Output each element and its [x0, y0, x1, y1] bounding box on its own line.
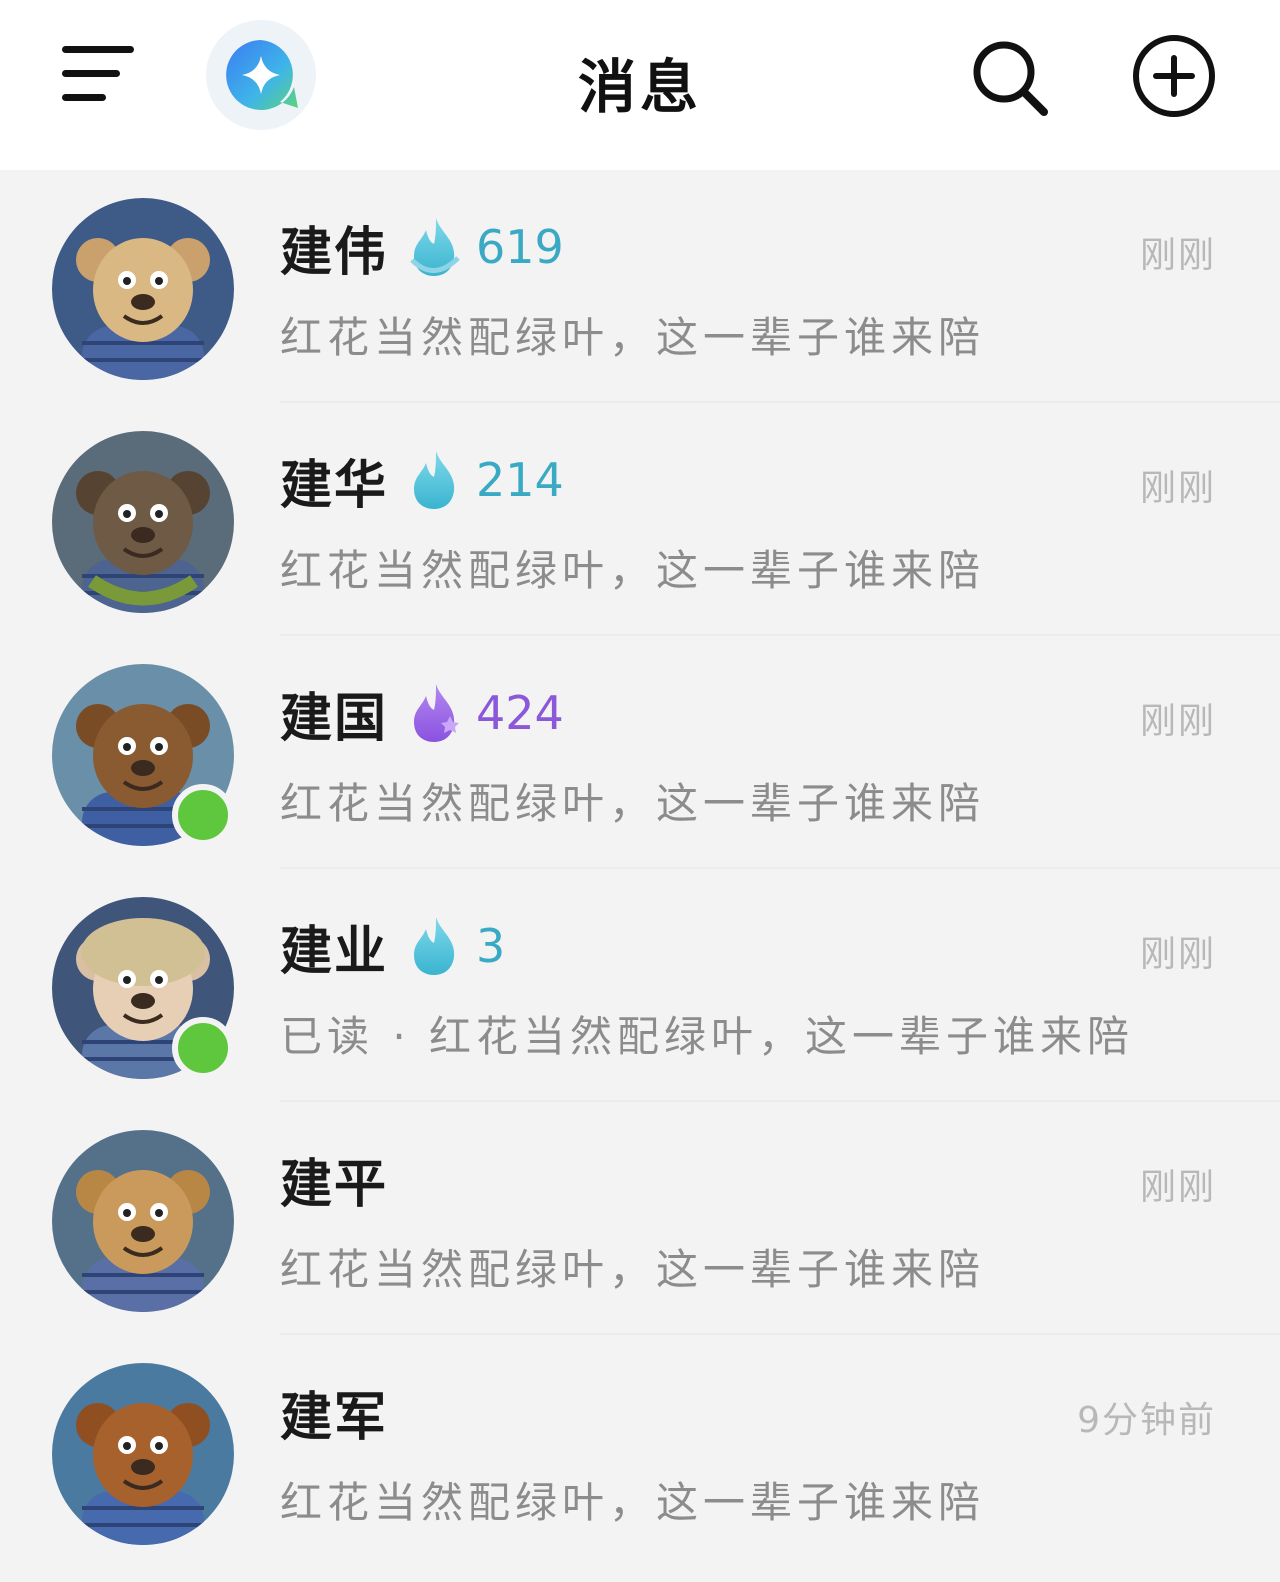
message-preview: 已读 · 红花当然配绿叶，这一辈子谁来陪 [280, 1012, 1135, 1061]
message-time: 刚刚 [1139, 1167, 1216, 1208]
conversation-item[interactable]: 建业 3 刚刚 已读 · 红花当然配绿叶，这一辈子谁来陪 [0, 869, 1280, 1102]
online-status-dot [172, 784, 234, 846]
name-row: 建军 [280, 1377, 389, 1448]
streak-count: 424 [476, 686, 564, 740]
online-status-dot [172, 1017, 234, 1079]
message-preview: 红花当然配绿叶，这一辈子谁来陪 [280, 1478, 986, 1527]
conversation-item[interactable]: 建平 刚刚红花当然配绿叶，这一辈子谁来陪 [0, 1102, 1280, 1335]
top-bar: 消息 [0, 0, 1280, 170]
message-preview: 红花当然配绿叶，这一辈子谁来陪 [280, 1245, 986, 1294]
streak-count: 619 [476, 220, 564, 274]
avatar[interactable] [52, 1130, 234, 1312]
contact-name: 建军 [280, 1387, 389, 1448]
streak-flame-icon [406, 915, 462, 977]
avatar[interactable] [52, 198, 234, 380]
search-icon[interactable] [968, 36, 1052, 124]
conversation-item[interactable]: 建伟 619 刚刚红花当然配绿叶，这一辈子谁来陪 [0, 170, 1280, 403]
name-row: 建国 424 [280, 678, 564, 749]
contact-name: 建华 [280, 455, 389, 516]
streak-count: 3 [476, 919, 506, 973]
avatar[interactable] [52, 431, 234, 613]
name-row: 建伟 619 [280, 212, 564, 283]
conversation-item[interactable]: 建华 214 刚刚红花当然配绿叶，这一辈子谁来陪 [0, 403, 1280, 636]
streak-count: 214 [476, 453, 564, 507]
message-time: 刚刚 [1139, 934, 1216, 975]
page-title: 消息 [577, 53, 702, 121]
message-time: 刚刚 [1139, 235, 1216, 276]
plus-circle-icon[interactable] [1130, 32, 1218, 124]
message-preview: 红花当然配绿叶，这一辈子谁来陪 [280, 779, 986, 828]
message-preview: 红花当然配绿叶，这一辈子谁来陪 [280, 546, 986, 595]
name-row: 建平 [280, 1144, 389, 1215]
message-time: 刚刚 [1139, 701, 1216, 742]
streak-flame-icon [406, 216, 462, 278]
avatar[interactable] [52, 1363, 234, 1545]
conversation-item[interactable]: 建军 9分钟前红花当然配绿叶，这一辈子谁来陪 [0, 1335, 1280, 1568]
name-row: 建华 214 [280, 445, 564, 516]
name-row: 建业 3 [280, 911, 506, 982]
message-time: 刚刚 [1139, 468, 1216, 509]
message-time: 9分钟前 [1077, 1400, 1216, 1441]
conversation-item[interactable]: 建国 424 刚刚红花当然配绿叶，这一辈子谁来陪 [0, 636, 1280, 869]
contact-name: 建业 [280, 921, 389, 982]
conversation-list: 建伟 619 刚刚 红花当然配绿叶，这一辈子谁来陪 建华 214 刚刚 红花当然配绿叶，这一辈… [0, 170, 1280, 1568]
contact-name: 建平 [280, 1154, 389, 1215]
contact-name: 建伟 [280, 222, 389, 283]
streak-flame-icon [406, 682, 462, 744]
streak-flame-icon [406, 449, 462, 511]
message-preview: 红花当然配绿叶，这一辈子谁来陪 [280, 313, 986, 362]
contact-name: 建国 [280, 688, 389, 749]
